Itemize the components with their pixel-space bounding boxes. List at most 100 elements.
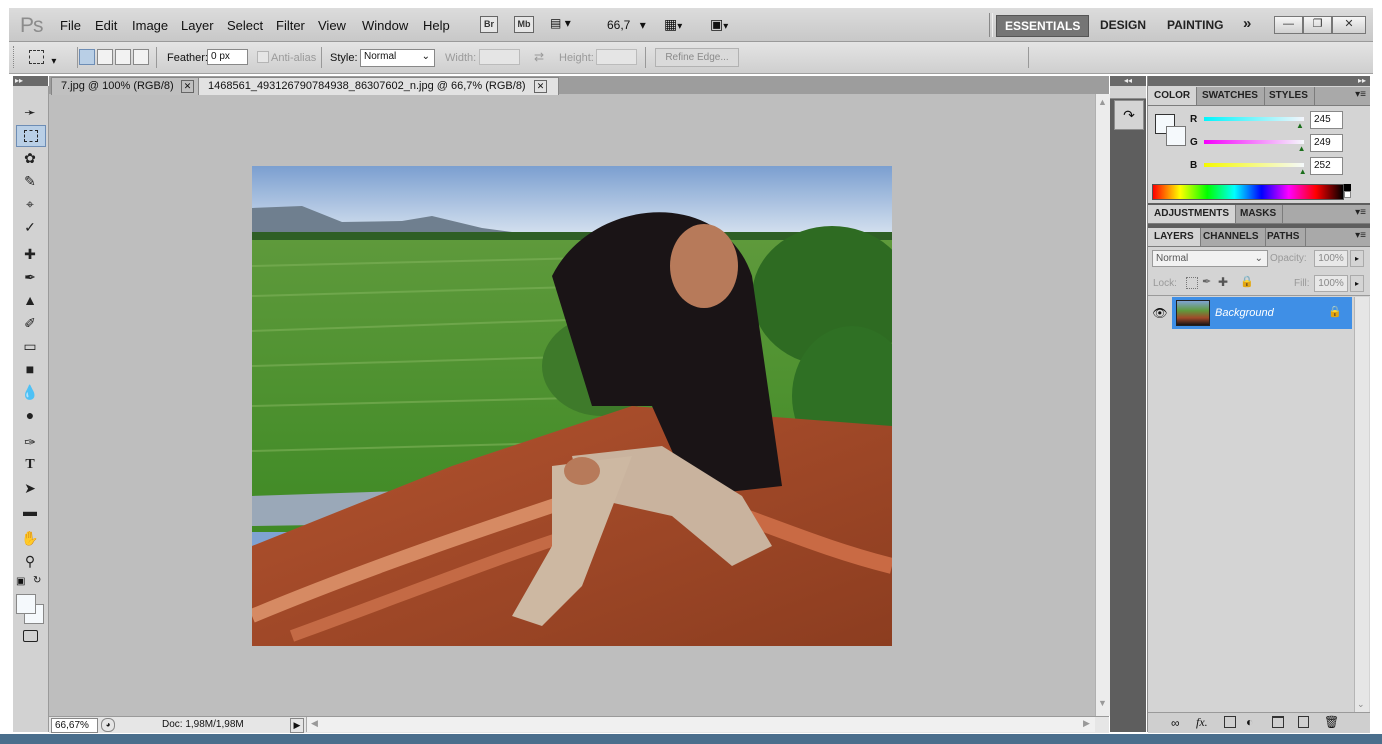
document-tab-active[interactable]: 1468561_493126790784938_86307602_n.jpg @… [198, 77, 559, 95]
quick-mask-mode-icon[interactable] [16, 626, 44, 646]
menu-window[interactable]: Window [362, 18, 408, 33]
workspace-more-button[interactable]: » [1235, 14, 1259, 34]
tab-styles[interactable]: STYLES [1263, 87, 1315, 105]
eraser-tool-icon[interactable]: ▭ [16, 336, 44, 356]
lasso-tool-icon[interactable]: ✿ [16, 148, 44, 168]
scroll-up-icon[interactable]: ▲ [1098, 97, 1107, 107]
width-input[interactable] [479, 49, 520, 65]
close-tab-icon[interactable]: ✕ [534, 80, 547, 93]
fill-slider-icon[interactable]: ▸ [1350, 275, 1364, 292]
status-icon[interactable]: ◕ [101, 718, 115, 732]
link-layers-icon[interactable]: ∞ [1171, 716, 1180, 730]
feather-input[interactable]: 0 px [207, 49, 248, 65]
blue-value-input[interactable]: 252 [1310, 157, 1343, 175]
tab-masks[interactable]: MASKS [1234, 205, 1284, 223]
menu-view[interactable]: View [318, 18, 346, 33]
expand-panels-icon[interactable]: ▸▸ [1148, 76, 1370, 86]
layer-name[interactable]: Background [1215, 307, 1274, 319]
rectangular-marquee-tool-icon[interactable] [16, 125, 46, 147]
red-slider-thumb[interactable]: ▲ [1296, 121, 1304, 130]
subtract-from-selection-icon[interactable] [115, 49, 131, 65]
height-input[interactable] [596, 49, 637, 65]
brush-tool-icon[interactable]: ✒ [16, 267, 44, 287]
layer-style-icon[interactable]: fx. [1196, 715, 1208, 730]
style-select[interactable]: Normal ⌄ [360, 49, 435, 67]
scroll-down-icon[interactable]: ⌄ [1357, 699, 1365, 710]
blend-mode-select[interactable]: Normal ⌄ [1152, 250, 1268, 267]
foreground-color-swatch[interactable] [16, 594, 36, 614]
adjustment-layer-icon[interactable]: ◐ [1246, 715, 1253, 729]
new-group-icon[interactable] [1272, 716, 1284, 728]
add-mask-icon[interactable] [1224, 716, 1236, 728]
scroll-left-icon[interactable]: ◀ [311, 718, 318, 729]
tab-adjustments[interactable]: ADJUSTMENTS [1148, 205, 1237, 223]
color-spectrum-ramp[interactable] [1152, 184, 1344, 200]
opacity-slider-icon[interactable]: ▸ [1350, 250, 1364, 267]
zoom-field[interactable]: 66,67% [51, 718, 98, 733]
history-brush-tool-icon[interactable]: ✐ [16, 313, 44, 333]
status-menu-icon[interactable]: ▶ [290, 718, 304, 733]
horizontal-scrollbar[interactable]: ◀ ▶ [306, 717, 1095, 732]
green-slider-thumb[interactable]: ▲ [1298, 144, 1306, 153]
bridge-button[interactable]: Br [480, 16, 498, 33]
ramp-black-swatch[interactable] [1344, 184, 1351, 191]
menu-file[interactable]: File [60, 18, 81, 33]
green-slider[interactable] [1204, 140, 1304, 144]
restore-button[interactable]: ❐ [1303, 16, 1332, 34]
lock-image-icon[interactable]: ✒ [1202, 275, 1211, 288]
move-tool-icon[interactable]: ➛ [16, 102, 44, 122]
rectangle-tool-icon[interactable]: ▬ [16, 501, 44, 521]
pen-tool-icon[interactable]: ✑ [16, 432, 44, 452]
menu-image[interactable]: Image [132, 18, 168, 33]
zoom-tool-icon[interactable]: ⚲ [16, 551, 44, 571]
tool-preset-picker[interactable]: ▾ [29, 48, 69, 67]
mini-bridge-button[interactable]: Mb [514, 16, 534, 33]
workspace-painting[interactable]: PAINTING [1159, 15, 1231, 35]
history-panel-icon[interactable]: ↷ [1114, 100, 1144, 130]
arrange-documents-dropdown[interactable]: ▦▾ [664, 16, 682, 33]
menu-select[interactable]: Select [227, 18, 263, 33]
delete-layer-icon[interactable]: 🗑 [1324, 715, 1339, 729]
panel-menu-icon[interactable]: ▾≡ [1355, 89, 1366, 100]
tab-swatches[interactable]: SWATCHES [1196, 87, 1265, 105]
color-bg-swatch[interactable] [1166, 126, 1186, 146]
workspace-essentials[interactable]: ESSENTIALS [996, 15, 1090, 37]
eyedropper-tool-icon[interactable]: ✓ [16, 217, 44, 237]
panel-menu-icon[interactable]: ▾≡ [1355, 230, 1366, 241]
default-colors-icon[interactable]: ▣ [16, 576, 25, 587]
minimize-button[interactable]: — [1274, 16, 1303, 34]
path-selection-tool-icon[interactable]: ➤ [16, 478, 44, 498]
layer-row-background[interactable]: Background 🔒 [1172, 297, 1352, 329]
vertical-scrollbar[interactable]: ▲ ▼ [1095, 94, 1110, 716]
tab-layers[interactable]: LAYERS [1148, 228, 1201, 246]
gradient-tool-icon[interactable]: ■ [16, 359, 44, 379]
refine-edge-button[interactable]: Refine Edge... [655, 48, 739, 67]
document-tab[interactable]: 7.jpg @ 100% (RGB/8) ✕ [51, 77, 199, 95]
spot-healing-brush-tool-icon[interactable]: ✚ [16, 244, 44, 264]
opacity-input[interactable]: 100% [1314, 250, 1348, 267]
menu-help[interactable]: Help [423, 18, 450, 33]
antialias-checkbox[interactable] [257, 51, 269, 63]
blue-slider[interactable] [1204, 163, 1304, 167]
layers-scrollbar[interactable]: ⌄ [1354, 297, 1369, 712]
layer-visibility-eye-icon[interactable]: 👁 [1152, 301, 1168, 325]
view-extras-dropdown[interactable]: ▤ ▾ [550, 16, 580, 33]
fill-input[interactable]: 100% [1314, 275, 1348, 292]
red-slider[interactable] [1204, 117, 1304, 121]
ramp-white-swatch[interactable] [1344, 191, 1351, 198]
menu-edit[interactable]: Edit [95, 18, 117, 33]
new-layer-icon[interactable] [1298, 716, 1309, 728]
scroll-down-icon[interactable]: ▼ [1098, 698, 1107, 708]
close-tab-icon[interactable]: ✕ [181, 80, 194, 93]
green-value-input[interactable]: 249 [1310, 134, 1343, 152]
menu-layer[interactable]: Layer [181, 18, 214, 33]
quick-selection-tool-icon[interactable]: ✎ [16, 171, 44, 191]
lock-all-icon[interactable]: 🔒 [1240, 275, 1254, 288]
panel-menu-icon[interactable]: ▾≡ [1355, 207, 1366, 218]
new-selection-icon[interactable] [79, 49, 95, 65]
collapse-dock-icon[interactable]: ◂◂ [1110, 76, 1146, 86]
scroll-right-icon[interactable]: ▶ [1083, 718, 1090, 729]
hand-tool-icon[interactable]: ✋ [16, 528, 44, 548]
zoom-level-dropdown[interactable]: 66,7 ▾ [607, 18, 646, 32]
close-button[interactable]: ✕ [1332, 16, 1366, 34]
